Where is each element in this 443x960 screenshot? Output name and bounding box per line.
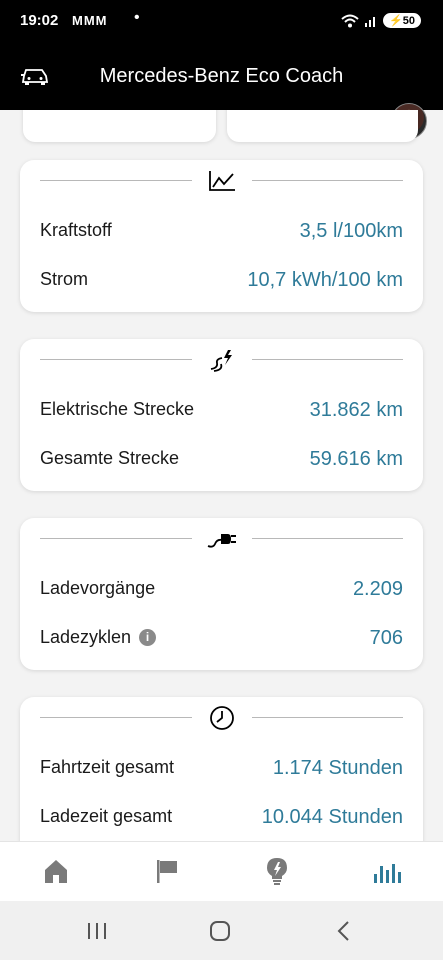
status-time: 19:02 xyxy=(20,12,59,29)
flag-icon[interactable] xyxy=(152,856,182,886)
charging-cycles-label: Ladezyklen i xyxy=(40,627,157,648)
charging-time-label: Ladezeit gesamt xyxy=(40,806,173,826)
electric-distance-value: 31.862 km xyxy=(309,399,403,421)
statistics-content[interactable]: Kraftstoff 3,5 l/100km Strom 10,7 kWh/10… xyxy=(0,110,443,841)
row-fuel: Kraftstoff 3,5 l/100km xyxy=(40,220,403,244)
app-bar: Mercedes-Benz Eco Coach xyxy=(0,42,443,139)
row-driving-time: Fahrtzeit gesamt 1.174 Stunden xyxy=(40,757,403,781)
back-icon[interactable] xyxy=(335,920,353,942)
electricity-label: Strom xyxy=(40,269,89,289)
distance-card: Elektrische Strecke 31.862 km Gesamte St… xyxy=(20,339,423,491)
fuel-value: 3,5 l/100km xyxy=(299,220,403,242)
info-icon[interactable]: i xyxy=(139,629,157,646)
top-card-left xyxy=(23,110,216,142)
consumption-card: Kraftstoff 3,5 l/100km Strom 10,7 kWh/10… xyxy=(20,160,423,312)
row-charging-time: Ladezeit gesamt 10.044 Stunden xyxy=(40,806,403,830)
home-icon[interactable] xyxy=(41,856,71,886)
row-electricity: Strom 10,7 kWh/100 km xyxy=(40,269,403,293)
charging-count-value: 2.209 xyxy=(352,578,403,600)
total-distance-value: 59.616 km xyxy=(309,448,403,470)
electric-road-icon xyxy=(210,350,232,372)
wifi-icon xyxy=(341,14,359,27)
home-button-icon[interactable] xyxy=(208,920,232,942)
row-total-distance: Gesamte Strecke 59.616 km xyxy=(40,448,403,472)
battery-indicator: ⚡50 xyxy=(383,13,421,28)
top-card-right xyxy=(227,110,418,142)
electric-distance-label: Elektrische Strecke xyxy=(40,399,195,419)
charging-cycles-text: Ladezyklen xyxy=(40,627,132,647)
page-title: Mercedes-Benz Eco Coach xyxy=(99,65,344,87)
signal-icon xyxy=(365,16,376,27)
plug-icon xyxy=(207,534,236,548)
bottom-nav xyxy=(0,841,443,902)
battery-level: 50 xyxy=(402,15,415,27)
lightbulb-icon[interactable] xyxy=(262,856,292,886)
fuel-label: Kraftstoff xyxy=(40,220,112,240)
status-bar: 19:02 MMM • ⚡50 xyxy=(0,0,443,42)
clock-icon xyxy=(209,706,234,730)
charging-card: Ladevorgänge 2.209 Ladezyklen i 706 xyxy=(20,518,423,670)
charging-time-value: 10.044 Stunden xyxy=(261,806,403,828)
row-charging-count: Ladevorgänge 2.209 xyxy=(40,578,403,602)
notification-dot: • xyxy=(134,9,140,26)
total-distance-label: Gesamte Strecke xyxy=(40,448,180,468)
driving-time-value: 1.174 Stunden xyxy=(272,757,403,779)
electricity-value: 10,7 kWh/100 km xyxy=(247,269,403,291)
charging-count-label: Ladevorgänge xyxy=(40,578,156,598)
system-nav-bar xyxy=(0,901,443,960)
status-right: ⚡50 xyxy=(341,13,421,28)
row-charging-cycles: Ladezyklen i 706 xyxy=(40,627,403,651)
recent-apps-icon[interactable] xyxy=(86,921,108,941)
row-electric-distance: Elektrische Strecke 31.862 km xyxy=(40,399,403,423)
notification-icons: MMM xyxy=(72,13,108,28)
time-card: Fahrtzeit gesamt 1.174 Stunden Ladezeit … xyxy=(20,697,423,841)
driving-time-label: Fahrtzeit gesamt xyxy=(40,757,175,777)
charging-cycles-value: 706 xyxy=(369,627,403,649)
line-chart-icon xyxy=(208,171,235,191)
statistics-icon[interactable] xyxy=(373,856,403,886)
